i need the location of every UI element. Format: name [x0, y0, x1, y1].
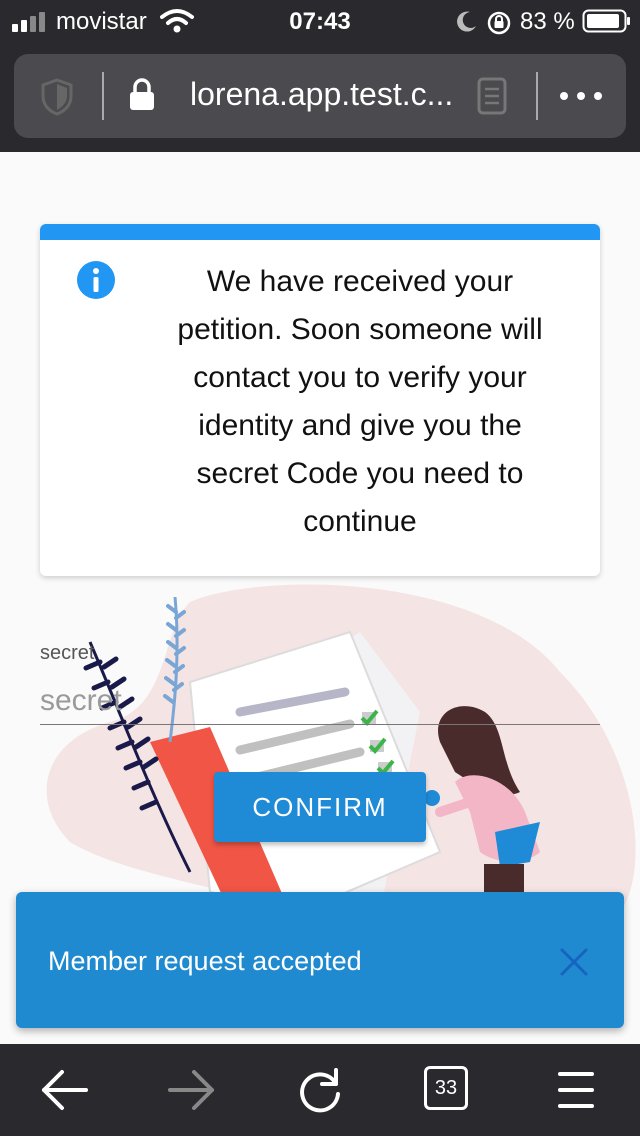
confirm-button[interactable]: CONFIRM: [214, 772, 426, 842]
tabs-button[interactable]: 33: [424, 1066, 468, 1110]
menu-icon[interactable]: [548, 1062, 604, 1118]
divider: [102, 72, 104, 120]
lock-icon: [130, 78, 154, 110]
more-options-icon[interactable]: [558, 90, 604, 102]
reload-icon[interactable]: [292, 1062, 348, 1118]
snackbar-message: Member request accepted: [48, 946, 362, 976]
browser-header: lorena.app.test.c...: [0, 44, 640, 152]
snackbar: Member request accepted: [16, 892, 624, 1028]
address-bar[interactable]: lorena.app.test.c...: [14, 54, 626, 138]
page-content: We have received your petition. Soon som…: [0, 152, 640, 1004]
moon-icon: [457, 11, 476, 32]
info-icon: [77, 261, 115, 299]
browser-toolbar: 33: [0, 1044, 640, 1136]
info-card: We have received your petition. Soon som…: [40, 224, 600, 576]
info-message: We have received your petition. Soon som…: [177, 265, 543, 538]
orientation-lock-icon: [487, 11, 511, 35]
forward-icon[interactable]: [164, 1062, 220, 1118]
back-icon[interactable]: [36, 1062, 92, 1118]
tracking-protection-shield-icon[interactable]: [40, 78, 74, 116]
url-text[interactable]: lorena.app.test.c...: [190, 76, 453, 113]
card-accent-bar: [40, 224, 600, 240]
divider: [536, 72, 538, 120]
battery-icon: [582, 9, 630, 33]
battery-percent: 83 %: [520, 8, 575, 35]
close-icon[interactable]: [554, 942, 594, 982]
secret-label: secret: [40, 642, 95, 664]
reader-mode-icon[interactable]: [476, 76, 508, 116]
secret-input[interactable]: [40, 678, 600, 725]
status-bar: movistar 07:43 83 %: [0, 0, 640, 44]
